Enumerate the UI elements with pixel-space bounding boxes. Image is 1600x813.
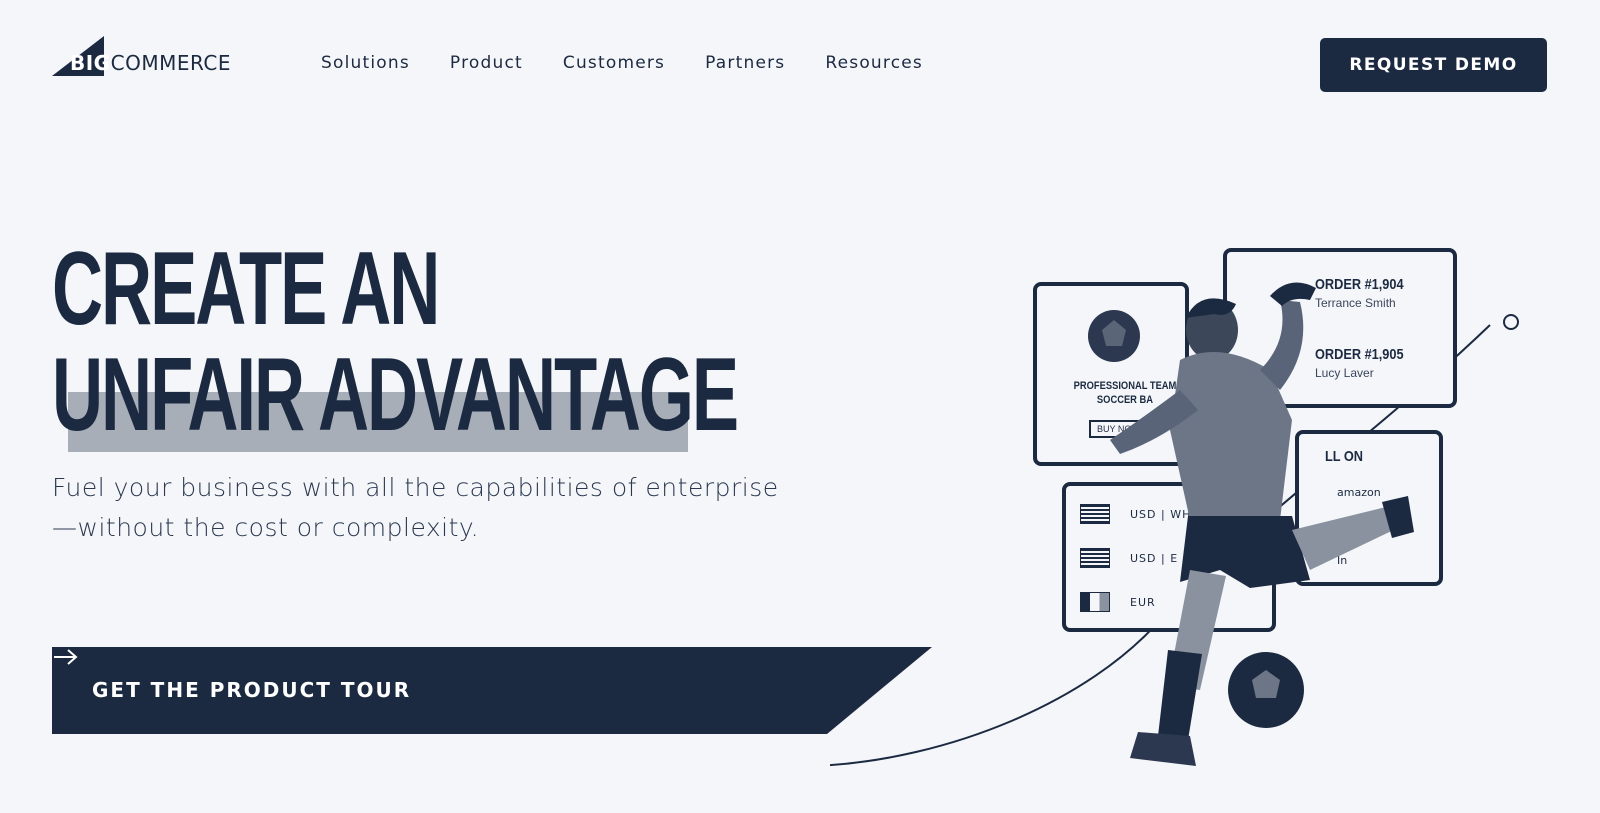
main-nav: Solutions Product Customers Partners Res… [321, 53, 963, 73]
nav-product[interactable]: Product [450, 53, 523, 73]
hero-illustration: PROFESSIONAL TEAM SOCCER BA BUY NOW ORDE… [830, 240, 1570, 800]
hero-subtitle: Fuel your business with all the capabili… [52, 468, 812, 548]
nav-solutions[interactable]: Solutions [321, 53, 410, 73]
arrow-right-icon [54, 649, 78, 665]
hero-title-line-2: UNFAIR ADVANTAGE [52, 337, 739, 453]
product-tour-button[interactable]: GET THE PRODUCT TOUR [52, 647, 932, 734]
request-demo-button[interactable]: REQUEST DEMO [1320, 38, 1547, 92]
hero-subtitle-line-2: —without the cost or complexity. [52, 513, 480, 542]
bigcommerce-logo[interactable]: BIGCOMMERCE [52, 36, 232, 76]
nav-customers[interactable]: Customers [563, 53, 665, 73]
hero-subtitle-line-1: Fuel your business with all the capabili… [52, 473, 779, 502]
product-tour-label: GET THE PRODUCT TOUR [92, 678, 412, 702]
nav-partners[interactable]: Partners [705, 53, 785, 73]
nav-resources[interactable]: Resources [825, 53, 923, 73]
soccer-player-image [1110, 282, 1414, 766]
hero-title-line-1: CREATE AN [52, 231, 440, 347]
logo-text: BIGCOMMERCE [70, 51, 231, 75]
